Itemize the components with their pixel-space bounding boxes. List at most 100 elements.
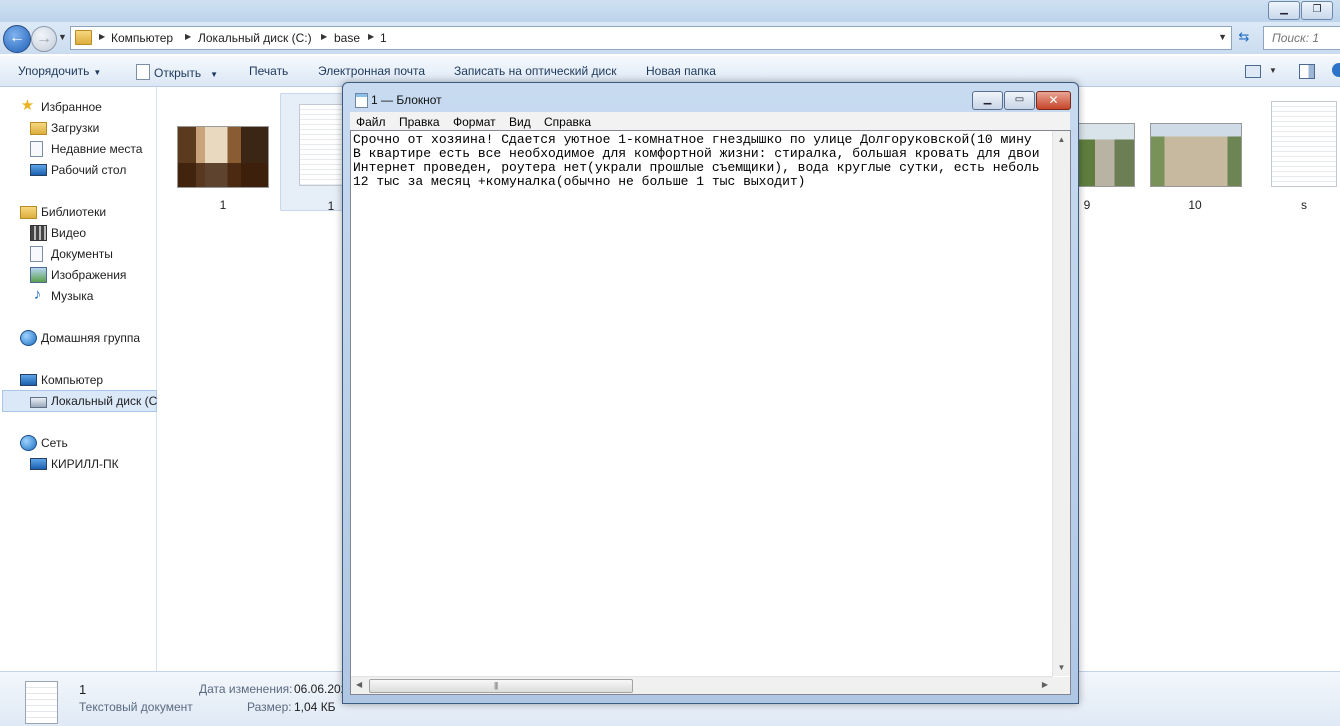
recent-pages-dropdown[interactable]: ▼ [58,32,67,42]
nav-music-label: Музыка [51,289,94,303]
star-icon: ★ [20,97,35,114]
file-item-text-s[interactable]: s [1254,93,1340,212]
menu-format[interactable]: Формат [453,115,496,129]
organize-button[interactable]: Упорядочить ▼ [18,64,101,78]
new-folder-button[interactable]: Новая папка [646,64,716,78]
nav-pc-label: КИРИЛЛ-ПК [51,457,119,471]
desktop-icon [30,164,47,176]
notepad-icon [355,93,368,108]
forward-button[interactable]: → [31,26,57,52]
breadcrumb-separator-icon[interactable]: ▶ [99,32,105,41]
file-name: 1 [219,198,227,212]
notepad-menu-bar: Файл Правка Формат Вид Справка [350,112,1070,130]
breadcrumb-separator-icon[interactable]: ▶ [185,32,191,41]
burn-button[interactable]: Записать на оптический диск [454,64,617,78]
nav-libraries-label: Библиотеки [41,205,107,219]
homegroup-icon [20,330,37,346]
recent-places-icon [30,141,43,157]
search-box[interactable] [1263,26,1340,50]
explorer-restore-button[interactable]: ❐ [1301,1,1333,20]
maximize-icon: ▭ [1014,94,1025,105]
scroll-down-icon[interactable]: ▼ [1053,663,1070,672]
horizontal-scroll-thumb[interactable]: ||| [369,679,633,693]
search-input[interactable] [1270,27,1340,49]
folder-icon [75,30,92,45]
help-icon[interactable] [1332,63,1340,77]
close-icon: ✕ [1048,93,1059,107]
refresh-button[interactable]: ⇆ [1234,27,1254,47]
explorer-minimize-button[interactable]: ▁ [1268,1,1300,20]
details-size-value: 1,04 КБ [294,700,336,714]
forward-arrow-icon: → [36,30,52,47]
nav-documents-label: Документы [51,247,113,261]
menu-view[interactable]: Вид [509,115,531,129]
grip-icon: ||| [494,681,498,690]
notepad-icon [136,64,150,80]
nav-desktop-label: Рабочий стол [51,163,127,177]
breadcrumb-folder-1[interactable]: 1 [380,31,387,45]
minimize-icon: ▁ [1280,4,1288,15]
navigation-pane: ★ Избранное Загрузки Недавние места Рабоч… [0,87,157,671]
breadcrumb-base[interactable]: base [334,31,360,45]
vertical-scrollbar[interactable]: ▲ ▼ [1052,131,1070,676]
back-arrow-icon: ← [9,29,25,46]
nav-homegroup-label: Домашняя группа [41,331,141,345]
nav-favorites-label: Избранное [41,100,102,114]
back-button[interactable]: ← [3,25,31,53]
minimize-icon: ▁ [983,94,992,105]
organize-label: Упорядочить [18,64,90,78]
computer-icon [20,374,37,386]
notepad-minimize-button[interactable]: ▁ [972,91,1003,110]
images-icon [30,267,47,283]
file-item-photo-1[interactable]: 1 [173,93,273,212]
video-icon [30,225,47,241]
network-icon [20,435,37,451]
change-view-icon[interactable] [1245,65,1261,78]
print-button[interactable]: Печать [249,64,288,78]
view-options-dropdown[interactable]: ▼ [1269,66,1277,75]
open-button[interactable]: Открыть ▼ [136,64,218,80]
scroll-right-icon[interactable]: ▶ [1042,680,1048,689]
preview-pane-icon[interactable] [1299,64,1315,79]
nav-computer-label: Компьютер [41,373,104,387]
file-item-photo-10[interactable]: 10 [1145,93,1245,212]
downloads-folder-icon [30,122,47,135]
breadcrumb-separator-icon[interactable]: ▶ [321,32,327,41]
image-thumbnail [1150,123,1242,187]
menu-file[interactable]: Файл [356,115,386,129]
details-modified-value: 06.06.202 [294,682,348,696]
scroll-left-icon[interactable]: ◀ [356,680,362,689]
scroll-up-icon[interactable]: ▲ [1053,135,1070,144]
file-name: s [1301,198,1307,212]
text-document-icon [1271,101,1337,187]
libraries-icon [20,206,37,219]
notepad-title: 1 — Блокнот [371,93,442,107]
email-button[interactable]: Электронная почта [318,64,425,78]
open-label: Открыть [154,66,202,80]
explorer-title-bar: ▁ ❐ [0,0,1340,22]
chevron-down-icon: ▼ [210,70,219,79]
chevron-down-icon: ▼ [93,68,102,77]
address-bar[interactable]: ▶ Компьютер ▶ Локальный диск (C:) ▶ base… [70,26,1232,50]
notepad-maximize-button[interactable]: ▭ [1004,91,1035,110]
breadcrumb-local-disk[interactable]: Локальный диск (C:) [198,31,312,45]
nav-video-label: Видео [51,226,87,240]
breadcrumb-separator-icon[interactable]: ▶ [368,32,374,41]
menu-help[interactable]: Справка [544,115,591,129]
notepad-close-button[interactable]: ✕ [1036,91,1071,110]
notepad-text-area[interactable]: Срочно от хозяина! Сдается уютное 1-комн… [350,130,1071,695]
nav-downloads-label: Загрузки [51,121,100,135]
drive-icon [30,397,47,408]
documents-icon [30,246,43,262]
notepad-text-content[interactable]: Срочно от хозяина! Сдается уютное 1-комн… [353,133,1053,673]
horizontal-scrollbar[interactable]: ◀ ||| ▶ [351,676,1053,694]
text-line: Интернет проведен, роутера нет(украли пр… [353,160,1040,175]
text-document-icon [25,681,58,724]
breadcrumb-computer[interactable]: Компьютер [111,31,173,45]
text-line: Срочно от хозяина! Сдается уютное 1-комн… [353,133,1032,147]
address-history-dropdown[interactable]: ▼ [1218,32,1227,42]
text-line: В квартире есть все необходимое для комф… [353,146,1040,161]
menu-edit[interactable]: Правка [399,115,440,129]
nav-local-disk-label: Локальный диск (C [51,394,158,408]
details-size-label: Размер: [247,700,292,714]
